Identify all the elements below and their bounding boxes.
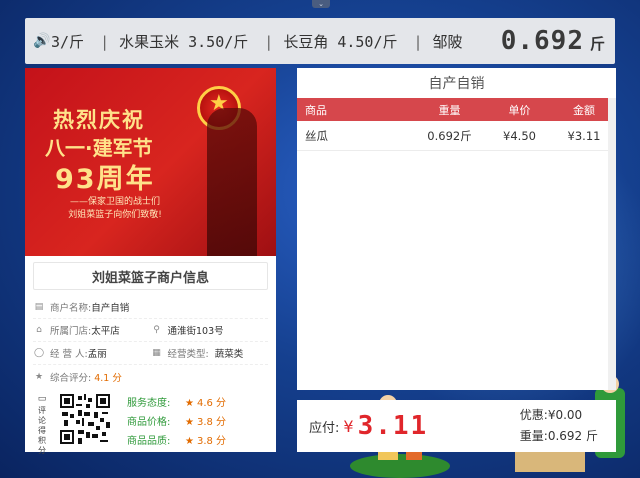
speaker-icon: 🔊 xyxy=(33,33,51,49)
cell-item: 丝瓜 xyxy=(305,128,328,143)
store-cell: ⌂ 所属门店: 太平店 xyxy=(33,323,151,337)
review-points-label: ▭ 评论得积分 xyxy=(35,394,49,456)
col-header-weight: 重量 xyxy=(438,103,461,117)
category-value: 蔬菜类 xyxy=(214,349,244,360)
banner-line-1: 热烈庆祝 xyxy=(53,108,145,132)
overall-score-value: 4.1 分 xyxy=(94,372,122,384)
ticker-item: 长豆角 4.50/斤 xyxy=(283,32,398,51)
star-icon: ★ xyxy=(185,398,194,409)
merchant-name-value: 自产自销 xyxy=(91,303,130,314)
person-icon: ◯ xyxy=(33,348,45,358)
sales-panel-title: 自产自销 xyxy=(428,76,485,92)
payment-summary: 应付: ¥ 3.11 优惠:¥0.00 重量:0.692 斤 xyxy=(297,400,616,452)
sales-panel: 自产自销 商品 重量 单价 金额 丝瓜 0.692斤 ¥4.50 ¥3.11 xyxy=(297,68,616,390)
banner-line-4: ——保家卫国的战士们 刘姐菜篮子向你们致敬! xyxy=(51,196,179,222)
score-value: 3.8 分 xyxy=(196,436,227,447)
banner-line-4b: 刘姐菜篮子向你们致敬! xyxy=(68,210,162,220)
score-list: 服务态度: ★ 4.6 分 商品价格: ★ 3.8 分 商品品质: ★ 3.8 … xyxy=(127,394,226,451)
category-cell: ▦ 经营类型: 蔬菜类 xyxy=(151,346,269,360)
ticker-item: 3/斤 xyxy=(51,32,85,51)
ticker-track: 3/斤 | 水果玉米 3.50/斤 | 长豆角 4.50/斤 | 邹陂 xyxy=(51,31,501,52)
score-row: 商品价格: ★ 3.8 分 xyxy=(127,413,226,432)
qr-code[interactable] xyxy=(57,394,113,444)
ticker-separator: | xyxy=(100,32,110,51)
star-icon: ★ xyxy=(34,371,44,382)
pull-down-tab[interactable]: ⌄ xyxy=(312,0,330,8)
discount-line: 优惠:¥0.00 xyxy=(519,408,583,422)
operator-cell: ◯ 经 营 人: 孟丽 xyxy=(33,346,151,360)
score-label: 商品价格: xyxy=(127,417,171,428)
merchant-info-list: ▤ 商户名称: 自产自销 ⌂ 所属门店: 太平店 ⚲ 通淮街103号 ◯ 经 营… xyxy=(25,290,276,388)
currency-symbol: ¥ xyxy=(343,416,354,436)
overall-score-label: 综合评分: xyxy=(50,372,92,384)
amount-due-label: 应付: xyxy=(309,420,340,436)
col-header-amount: 金额 xyxy=(573,103,595,117)
category-label: 经营类型: xyxy=(167,349,209,360)
cell-weight: 0.692斤 xyxy=(427,128,472,143)
price-ticker: 🔊 3/斤 | 水果玉米 3.50/斤 | 长豆角 4.50/斤 | 邹陂 0.692 斤 xyxy=(25,18,615,64)
scrollbar[interactable] xyxy=(608,98,616,390)
promo-banner: 热烈庆祝 八一·建军节 93周年 ——保家卫国的战士们 刘姐菜篮子向你们致敬! xyxy=(25,68,276,256)
address-cell: ⚲ 通淮街103号 xyxy=(151,323,269,337)
address-value: 通淮街103号 xyxy=(167,326,224,337)
sales-table-header: 商品 重量 单价 金额 xyxy=(297,98,616,121)
scale-weight-value: 0.692 xyxy=(500,26,584,56)
total-weight-line: 重量:0.692 斤 xyxy=(519,429,598,443)
merchant-name-row: ▤ 商户名称: 自产自销 xyxy=(33,296,268,319)
score-row: 商品品质: ★ 3.8 分 xyxy=(127,432,226,451)
operator-label: 经 营 人: xyxy=(50,349,88,360)
banner-line-3: 93周年 xyxy=(55,164,155,195)
col-header-item: 商品 xyxy=(305,103,327,117)
review-points-text: 评论得积分 xyxy=(38,406,46,455)
score-value: 4.6 分 xyxy=(196,398,227,409)
merchant-panel: 热烈庆祝 八一·建军节 93周年 ——保家卫国的战士们 刘姐菜篮子向你们致敬! … xyxy=(25,68,276,455)
col-header-price: 单价 xyxy=(508,103,531,117)
review-block: ▭ 评论得积分 服务态度: ★ 4.6 分 商品价格: ★ 3.8 分 商品品质… xyxy=(25,388,276,456)
home-icon: ⌂ xyxy=(36,325,42,335)
soldier-silhouette xyxy=(207,108,257,256)
operator-row: ◯ 经 营 人: 孟丽 ▦ 经营类型: 蔬菜类 xyxy=(33,342,268,365)
id-card-icon: ▤ xyxy=(34,302,44,312)
operator-value: 孟丽 xyxy=(87,349,107,360)
scale-weight-unit: 斤 xyxy=(589,35,605,53)
scale-weight-display: 0.692 斤 xyxy=(501,26,615,56)
store-value: 太平店 xyxy=(91,326,120,337)
payment-details: 优惠:¥0.00 重量:0.692 斤 xyxy=(520,405,598,447)
overall-score-row: ★ 综合评分: 4.1 分 xyxy=(33,365,268,388)
score-value: 3.8 分 xyxy=(196,417,227,428)
cell-price: ¥4.50 xyxy=(503,128,536,143)
score-row: 服务态度: ★ 4.6 分 xyxy=(127,394,226,413)
table-row[interactable]: 丝瓜 0.692斤 ¥4.50 ¥3.11 xyxy=(297,121,616,151)
score-label: 商品品质: xyxy=(127,436,171,447)
ticker-separator: | xyxy=(264,32,274,51)
ticker-item: 邹陂 xyxy=(432,32,463,51)
comment-icon: ▭ xyxy=(37,394,47,404)
amount-due-value: 3.11 xyxy=(357,411,429,441)
merchant-info-title: 刘姐菜篮子商户信息 xyxy=(33,262,268,290)
ticker-item: 水果玉米 3.50/斤 xyxy=(119,32,249,51)
cell-amount: ¥3.11 xyxy=(567,128,601,143)
store-label: 所属门店: xyxy=(50,326,92,337)
merchant-name-label: 商户名称: xyxy=(50,303,92,314)
grid-icon: ▦ xyxy=(152,348,161,358)
location-pin-icon: ⚲ xyxy=(153,325,160,335)
score-label: 服务态度: xyxy=(127,398,171,409)
banner-line-4a: ——保家卫国的战士们 xyxy=(69,197,160,207)
ticker-separator: | xyxy=(413,32,423,51)
star-icon: ★ xyxy=(185,436,194,447)
star-icon: ★ xyxy=(185,417,194,428)
store-row: ⌂ 所属门店: 太平店 ⚲ 通淮街103号 xyxy=(33,319,268,342)
